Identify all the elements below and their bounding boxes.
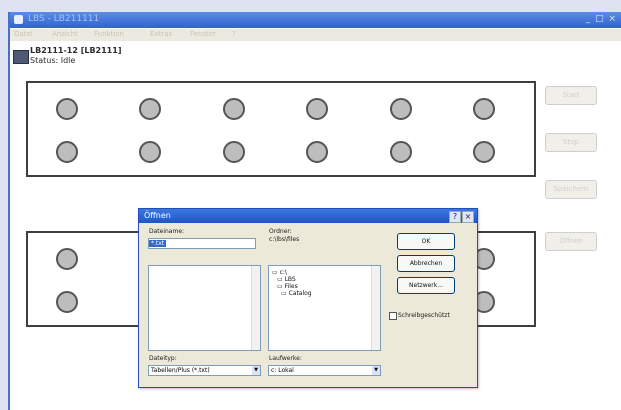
menu-item-window[interactable]: Fenster [190, 30, 216, 38]
filename-label: Dateiname: [149, 228, 185, 235]
device-info: LB2111-12 [LB2111] Status: Idle [10, 43, 621, 71]
well[interactable] [56, 98, 78, 120]
well[interactable] [139, 98, 161, 120]
folder-list-scrollbar[interactable] [371, 266, 380, 350]
filename-input[interactable]: *.txt [148, 238, 256, 249]
well[interactable] [390, 141, 412, 163]
save-button[interactable]: Speichern [545, 180, 597, 199]
menu-item-help[interactable]: ? [232, 30, 236, 38]
well[interactable] [139, 141, 161, 163]
readonly-checkbox[interactable] [389, 312, 397, 320]
menu-item-function[interactable]: Funktion [94, 30, 124, 38]
folders-path: c:\lbs\files [269, 236, 300, 243]
well[interactable] [390, 98, 412, 120]
menu-item-extras[interactable]: Extras [150, 30, 172, 38]
well[interactable] [56, 248, 78, 270]
folder-item[interactable]: ▭ Catalog [281, 290, 312, 297]
well[interactable] [223, 98, 245, 120]
stop-button[interactable]: Stop [545, 133, 597, 152]
file-list-scrollbar[interactable] [251, 266, 260, 350]
open-button[interactable]: Öffnen [545, 232, 597, 251]
readonly-label: Schreibgeschützt [398, 312, 450, 319]
dialog-title-bar: Öffnen ? × [139, 209, 477, 223]
device-status: Status: Idle [30, 56, 76, 65]
well[interactable] [223, 141, 245, 163]
app-icon [14, 15, 23, 24]
help-icon[interactable]: ? [449, 211, 461, 223]
well[interactable] [56, 141, 78, 163]
window-title: LBS - LB211111 [28, 14, 100, 24]
drives-label: Laufwerke: [269, 355, 302, 362]
well-plate-top [26, 81, 536, 177]
folder-item[interactable]: ▭ c:\ [272, 269, 287, 276]
start-button[interactable]: Start [545, 86, 597, 105]
file-list[interactable] [148, 265, 261, 351]
chevron-down-icon[interactable]: ▼ [372, 366, 380, 375]
filetype-label: Dateityp: [149, 355, 177, 362]
well[interactable] [473, 141, 495, 163]
device-icon [13, 50, 29, 64]
folders-label: Ordner: [269, 228, 292, 235]
chevron-down-icon[interactable]: ▼ [252, 366, 260, 375]
device-name: LB2111-12 [LB2111] [30, 46, 122, 55]
filename-value: *.txt [149, 240, 167, 247]
menu-item-view[interactable]: Ansicht [52, 30, 78, 38]
window-controls[interactable]: _ □ × [586, 14, 617, 24]
well[interactable] [306, 141, 328, 163]
menu-bar: Datei Ansicht Funktion Extras Fenster ? [10, 29, 621, 41]
well[interactable] [473, 98, 495, 120]
close-icon[interactable]: × [462, 211, 474, 223]
open-dialog: Öffnen ? × Dateiname: *.txt Ordner: c:\l… [138, 208, 478, 388]
filetype-select[interactable]: Tabellen/Plus (*.txt) ▼ [148, 365, 261, 376]
filetype-value: Tabellen/Plus (*.txt) [151, 367, 210, 374]
cancel-button[interactable]: Abbrechen [397, 255, 455, 272]
title-bar: LBS - LB211111 _ □ × [10, 12, 621, 28]
drives-value: c: Lokal [271, 367, 294, 374]
folder-item[interactable]: ▭ Files [277, 283, 298, 290]
well[interactable] [306, 98, 328, 120]
folder-list[interactable]: ▭ c:\ ▭ LBS ▭ Files ▭ Catalog [268, 265, 381, 351]
menu-item-file[interactable]: Datei [14, 30, 33, 38]
network-button[interactable]: Netzwerk... [397, 277, 455, 294]
drives-select[interactable]: c: Lokal ▼ [268, 365, 381, 376]
folder-item[interactable]: ▭ LBS [277, 276, 296, 283]
well[interactable] [56, 291, 78, 313]
ok-button[interactable]: OK [397, 233, 455, 250]
dialog-title: Öffnen [144, 211, 171, 220]
